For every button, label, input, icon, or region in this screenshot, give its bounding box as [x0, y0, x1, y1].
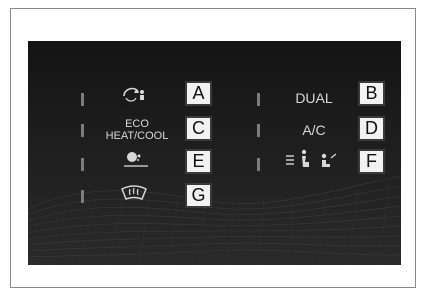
windshield-defroster-icon[interactable] — [120, 183, 148, 206]
indicator-light-f — [257, 158, 260, 171]
wave-background — [28, 41, 401, 265]
recirculation-icon[interactable] — [120, 84, 148, 109]
indicator-light-d — [257, 124, 260, 137]
ac-button[interactable]: A/C — [290, 123, 338, 138]
callout-d: D — [358, 116, 385, 141]
indicator-light-c — [81, 124, 84, 137]
callout-a: A — [185, 81, 212, 106]
eco-label: ECO — [125, 118, 149, 130]
callout-g: G — [185, 183, 212, 208]
dual-button[interactable]: DUAL — [286, 91, 342, 106]
indicator-light-e — [81, 158, 84, 171]
callout-f: F — [358, 149, 385, 174]
climate-control-panel: A DUAL B ECO HEAT/COOL C A/C D E F G — [28, 41, 401, 265]
nanoe-icon[interactable] — [120, 149, 152, 174]
eco-heat-cool-button[interactable]: ECO HEAT/COOL — [94, 118, 180, 142]
airflow-mode-icon[interactable] — [284, 148, 344, 175]
callout-e: E — [185, 149, 212, 174]
indicator-light-g — [81, 190, 84, 203]
callout-b: B — [358, 81, 385, 106]
callout-c: C — [185, 116, 212, 141]
indicator-light-a — [81, 93, 84, 106]
indicator-light-b — [257, 93, 260, 106]
heat-cool-label: HEAT/COOL — [105, 129, 169, 142]
